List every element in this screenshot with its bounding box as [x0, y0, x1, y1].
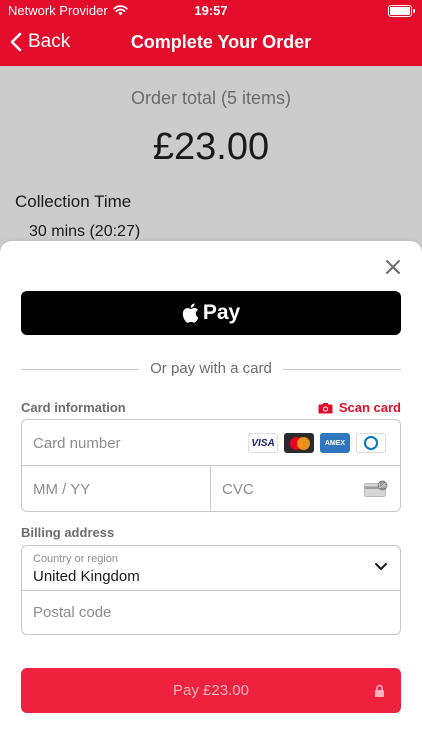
page-title: Complete Your Order [130, 32, 312, 52]
billing-address-label: Billing address [21, 525, 115, 540]
billing-address-form: Country or region United Kingdom Postal … [21, 545, 401, 635]
camera-icon [318, 402, 333, 413]
collection-time-label: Collection Time [15, 192, 132, 211]
cvc-icon-text: 135 [378, 484, 387, 490]
card-information-label: Card information [21, 400, 126, 415]
order-summary: Order total (5 items) £23.00 Collection … [0, 66, 422, 266]
scan-card-label: Scan card [338, 400, 401, 415]
cvc-placeholder: CVC [222, 481, 254, 498]
visa-label: VISA [251, 437, 275, 449]
expiry-date-field[interactable]: MM / YY [22, 466, 211, 512]
pay-button-label: Pay £23.00 [173, 682, 249, 699]
diners-club-icon [356, 433, 386, 453]
expiry-placeholder: MM / YY [33, 481, 91, 498]
country-select[interactable]: Country or region United Kingdom [22, 546, 400, 591]
visa-icon: VISA [248, 433, 278, 453]
apple-pay-button[interactable]: Pay [21, 291, 401, 335]
status-time: 19:57 [194, 3, 228, 18]
postal-code-field[interactable]: Postal code [22, 591, 400, 635]
status-bar: Network Provider 19:57 [0, 0, 422, 22]
card-brand-logos: VISA AMEX [248, 433, 386, 453]
apple-pay-label: Pay [202, 301, 241, 324]
postal-code-placeholder: Postal code [33, 604, 112, 621]
scan-card-button[interactable]: Scan card [318, 400, 401, 415]
cvc-card-icon: 135 [364, 480, 388, 497]
top-bar: Network Provider 19:57 Back Complete You… [0, 0, 422, 66]
lock-icon [375, 684, 384, 697]
card-number-field[interactable]: Card number VISA AMEX [22, 420, 400, 466]
order-total-amount: £23.00 [152, 126, 270, 168]
country-value: United Kingdom [33, 568, 140, 585]
mastercard-icon [284, 433, 314, 453]
country-label: Country or region [33, 553, 118, 565]
amex-label: AMEX [324, 439, 346, 447]
payment-sheet: Pay Or pay with a card Card information … [0, 241, 422, 750]
pay-button[interactable]: Pay £23.00 [21, 668, 401, 713]
collection-time-value: 30 mins (20:27) [29, 223, 141, 240]
card-number-placeholder: Card number [33, 435, 121, 452]
or-divider: Or pay with a card [21, 359, 401, 379]
apple-icon [182, 303, 199, 323]
navigation-bar: Back Complete Your Order [0, 22, 422, 66]
close-icon[interactable] [383, 257, 403, 277]
order-total-label: Order total (5 items) [130, 88, 292, 108]
divider-text: Or pay with a card [150, 360, 272, 377]
cvc-field[interactable]: CVC 135 [211, 466, 400, 512]
battery-icon [388, 5, 415, 17]
card-information-form: Card number VISA AMEX MM / YY CVC 135 [21, 419, 401, 512]
amex-icon: AMEX [320, 433, 350, 453]
chevron-down-icon [375, 563, 387, 570]
